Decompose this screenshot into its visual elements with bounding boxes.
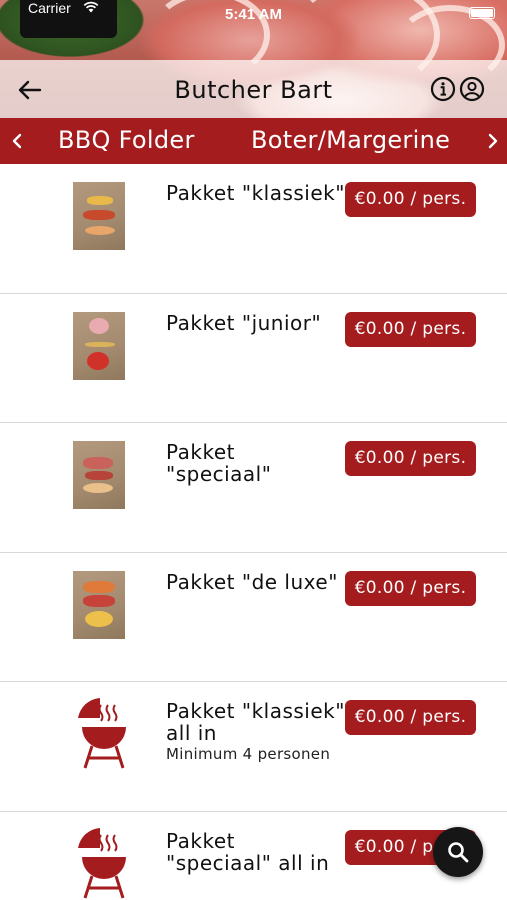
product-note: Minimum 4 personen <box>166 745 331 763</box>
list-item[interactable]: Pakket "speciaal" €0.00 / pers. <box>0 423 507 553</box>
product-thumbnail <box>73 311 125 380</box>
product-name: Pakket "speciaal" all in <box>166 828 330 875</box>
product-thumbnail <box>73 182 125 250</box>
list-item[interactable]: Pakket "klassiek" all in Minimum 4 perso… <box>0 682 507 812</box>
list-item[interactable]: Pakket "klassiek" €0.00 / pers. <box>0 164 507 294</box>
product-name: Pakket "speciaal" <box>166 440 272 486</box>
status-bar: Carrier 5:41 AM <box>0 0 507 38</box>
product-list: Pakket "klassiek" €0.00 / pers. Pakket "… <box>0 164 507 900</box>
product-name: Pakket "junior" <box>166 310 322 335</box>
price-badge: €0.00 / pers. <box>345 311 476 347</box>
category-tabs: BBQ Folder Boter/Margerine <box>0 118 507 164</box>
product-name: Pakket "de luxe" <box>166 569 338 594</box>
list-item[interactable]: Pakket "de luxe" €0.00 / pers. <box>0 553 507 682</box>
list-item[interactable]: Pakket "junior" €0.00 / pers. <box>0 294 507 423</box>
tab-bbq-folder[interactable]: BBQ Folder <box>58 126 195 154</box>
account-circle-icon[interactable] <box>459 76 485 102</box>
chevron-left-icon[interactable] <box>8 130 26 152</box>
product-thumbnail <box>73 441 125 509</box>
price-badge: €0.00 / pers. <box>345 182 476 217</box>
tab-boter-margerine[interactable]: Boter/Margerine <box>251 126 450 154</box>
info-circle-icon[interactable] <box>430 76 456 102</box>
grill-icon <box>78 827 126 898</box>
price-badge: €0.00 / pers. <box>345 441 476 476</box>
search-button[interactable] <box>433 827 483 877</box>
header-banner: Carrier 5:41 AM Butcher Bart <box>0 0 507 118</box>
search-icon <box>448 842 469 863</box>
product-name: Pakket "klassiek" all in <box>166 699 345 745</box>
chevron-right-icon[interactable] <box>484 130 502 152</box>
price-badge: €0.00 / pers. <box>345 570 476 606</box>
nav-bar: Butcher Bart <box>0 62 507 118</box>
product-thumbnail <box>73 570 125 639</box>
battery-icon <box>469 7 495 19</box>
price-badge: €0.00 / pers. <box>345 700 476 735</box>
status-time: 5:41 AM <box>225 6 282 23</box>
grill-icon <box>78 698 126 769</box>
list-item[interactable]: Pakket "speciaal" all in €0.00 / pers. <box>0 812 507 900</box>
product-name: Pakket "klassiek" <box>166 181 345 205</box>
